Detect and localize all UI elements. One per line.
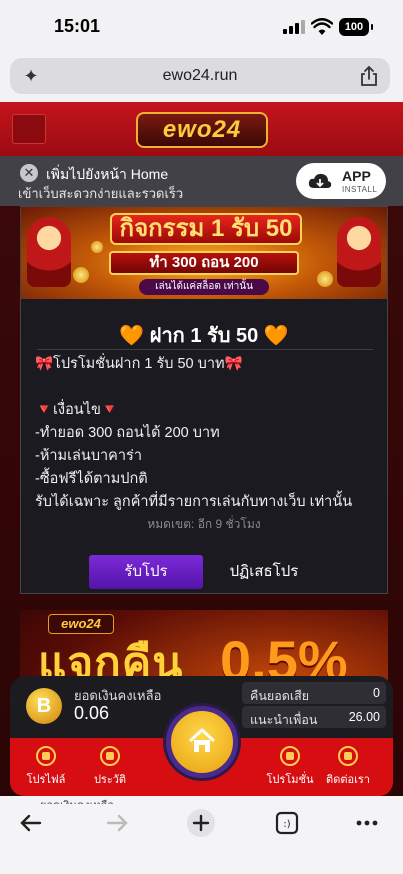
status-time: 15:01 [54, 16, 101, 36]
browser-toolbar: ยอดเงินคงเหลือ :) [0, 796, 403, 874]
promo-description: 🎀โปรโมชั่นฝาก 1 รับ 50 บาท🎀 🔻เงื่อนไข🔻 -… [35, 353, 379, 514]
stat-label: คืนยอดเสีย [250, 689, 310, 703]
promo-expiry: หมดเขต: อีก 9 ชั่วโมง [147, 517, 261, 531]
nav-label: โปรไฟล์ [26, 774, 66, 786]
install-banner: ✕ เพิ่มไปยังหน้า Home เข้าเว็บสะดวกง่ายแ… [0, 156, 403, 206]
promo-banner: กิจกรรม 1 รับ 50 ทำ 300 ถอน 200 เล่นได้แ… [21, 207, 387, 299]
banner-subline: ทำ 300 ถอน 200 [109, 251, 299, 275]
stat-value: 26.00 [348, 710, 380, 724]
divider [37, 349, 373, 350]
address-bar[interactable]: ✦ ewo24.run [10, 58, 390, 94]
app-label: APP [342, 168, 371, 184]
profile-icon [36, 746, 56, 766]
install-app-button[interactable]: APP INSTALL [296, 163, 386, 199]
page: 15:01 100 ✦ ewo24.run ewo24 กิจกรรม 1 รั… [0, 0, 403, 874]
battery-icon: 100 [339, 18, 373, 36]
stat-label: แนะนำเพื่อน [250, 713, 318, 727]
stat-referral[interactable]: แนะนำเพื่อน 26.00 [242, 706, 386, 728]
promo-line: 🔻เงื่อนไข🔻 [35, 402, 119, 418]
coin-icon [317, 271, 333, 287]
svg-text::): :) [283, 819, 290, 830]
promo-title: 🧡 ฝาก 1 รับ 50 🧡 [119, 325, 289, 347]
tabs-icon[interactable]: :) [272, 808, 302, 838]
promo-line: รับได้เฉพาะ ลูกค้าที่มีรายการเล่นกับทางเ… [35, 494, 353, 510]
logo-text: ewo24 [162, 116, 242, 143]
nav-history[interactable]: ประวัติ [82, 746, 138, 788]
nav-profile[interactable]: โปรไฟล์ [18, 746, 74, 788]
forward-arrow-icon[interactable] [102, 808, 132, 838]
more-menu-icon[interactable] [352, 808, 382, 838]
balance-value: 0.06 [74, 703, 110, 723]
close-icon[interactable]: ✕ [20, 164, 38, 182]
promo-line: -ห้ามเล่นบาคาร่า [35, 448, 142, 464]
app-sublabel: INSTALL [342, 185, 378, 194]
banner-headline: กิจกรรม 1 รับ 50 [81, 213, 331, 247]
nav-label: โปรโมชั่น [266, 774, 314, 786]
stat-cashback[interactable]: คืนยอดเสีย 0 [242, 682, 386, 704]
site-header: ewo24 [0, 102, 403, 156]
nav-label: ประวัติ [93, 774, 127, 786]
home-button[interactable] [166, 706, 238, 778]
cloud-download-icon [308, 173, 332, 188]
history-icon [100, 746, 120, 766]
fortune-god-left-icon [27, 217, 71, 287]
nav-label: ติดต่อเรา [326, 774, 370, 786]
gift-icon [280, 746, 300, 766]
fortune-god-right-icon [337, 217, 381, 287]
decline-promo-button[interactable]: ปฏิเสธโปร [207, 555, 321, 589]
promo-line [35, 376, 379, 399]
signal-icon [283, 20, 305, 34]
share-icon[interactable] [358, 65, 380, 87]
new-tab-plus-icon[interactable] [186, 808, 216, 838]
banner-tagline: เล่นได้แค่สล็อต เท่านั้น [139, 279, 269, 295]
bitcoin-icon: B [26, 688, 62, 724]
stat-value: 0 [373, 686, 380, 700]
status-bar: 15:01 100 [0, 0, 403, 54]
phone-icon [338, 746, 358, 766]
home-icon [188, 728, 216, 752]
nav-promotion[interactable]: โปรโมชั่น [262, 746, 318, 788]
promo-line: -ทำยอด 300 ถอนได้ 200 บาท [35, 425, 220, 441]
install-subtitle: เข้าเว็บสะดวกง่ายและรวดเร็ว [18, 186, 184, 201]
menu-button[interactable] [12, 114, 46, 144]
promo-line: -ซื้อฟรีได้ตามปกติ [35, 471, 148, 487]
url-text[interactable]: ewo24.run [10, 67, 390, 85]
coin-icon [73, 267, 89, 283]
promo-modal: กิจกรรม 1 รับ 50 ทำ 300 ถอน 200 เล่นได้แ… [20, 206, 388, 594]
nav-contact[interactable]: ติดต่อเรา [320, 746, 376, 788]
peek-text: ยอดเงินคงเหลือ [40, 796, 114, 804]
site-logo[interactable]: ewo24 [136, 112, 268, 148]
accept-promo-button[interactable]: รับโปร [89, 555, 203, 589]
promo-line: 🎀โปรโมชั่นฝาก 1 รับ 50 บาท🎀 [35, 356, 243, 372]
back-arrow-icon[interactable] [16, 808, 46, 838]
wifi-icon [311, 18, 333, 35]
